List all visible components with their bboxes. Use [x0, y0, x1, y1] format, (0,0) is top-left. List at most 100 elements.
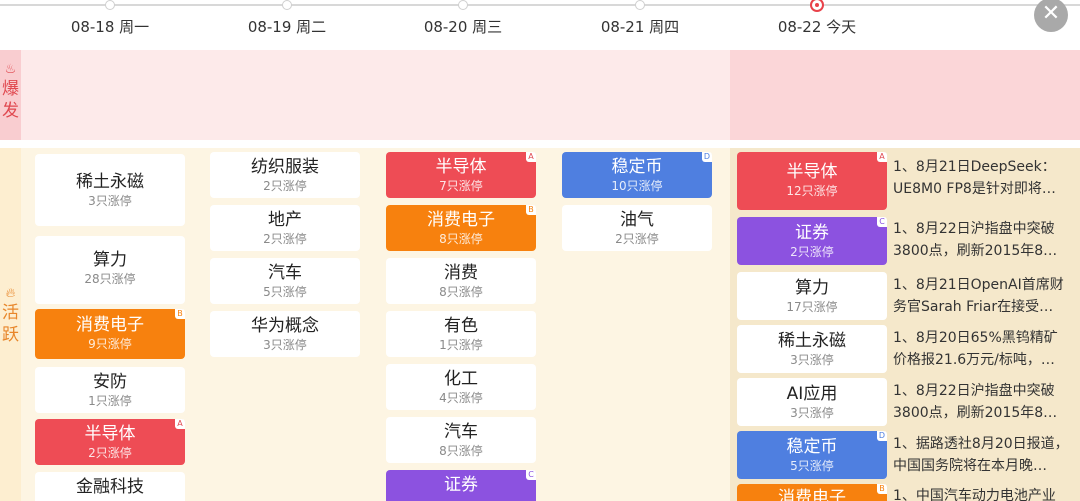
sector-timeline-page: 08-18 周一 08-19 周二 08-20 周三 08-21 周四 08-2…: [0, 0, 1080, 501]
sector-card[interactable]: 汽车 5只涨停: [210, 258, 360, 304]
sector-card[interactable]: 有色 1只涨停: [386, 311, 536, 357]
sector-name: 稳定币: [786, 437, 838, 457]
sector-count: 3只涨停: [88, 194, 132, 208]
sector-count: 2只涨停: [615, 232, 659, 246]
sector-card[interactable]: 地产 2只涨停: [210, 205, 360, 251]
sector-badge: A: [877, 152, 887, 162]
sector-name: 稀土永磁: [76, 172, 144, 192]
sector-count: 5只涨停: [790, 459, 834, 473]
sector-count: 1只涨停: [88, 394, 132, 408]
sector-count: 2只涨停: [88, 446, 132, 460]
news-item[interactable]: 1、8月21日OpenAI首席财 务官Sarah Friar在接受…: [893, 274, 1080, 318]
sector-name: 消费: [444, 263, 478, 283]
sector-badge: D: [702, 152, 712, 162]
news-item[interactable]: 1、8月21日DeepSeek： UE8M0 FP8是针对即将…: [893, 156, 1080, 200]
news-item[interactable]: 1、据路透社8月20日报道， 中国国务院将在本月晚…: [893, 433, 1080, 477]
burst-row-label: ♨ 爆 发: [0, 50, 21, 140]
sector-count: 2只涨停: [263, 232, 307, 246]
active-row-label: 🔥︎ 活 跃: [0, 148, 21, 501]
sector-card[interactable]: 油气 2只涨停: [562, 205, 712, 251]
sector-name: 地产: [268, 210, 302, 230]
news-line: 1、中国汽车动力电池产业: [893, 488, 1056, 501]
fire-icon: ♨: [4, 62, 17, 77]
sector-card[interactable]: 半导体 12只涨停 A: [737, 152, 887, 210]
sector-card[interactable]: 化工 4只涨停: [386, 364, 536, 410]
sector-name: 半导体: [435, 157, 487, 177]
sector-name: 消费电子: [76, 315, 144, 335]
sector-card[interactable]: 证券 C: [386, 470, 536, 501]
sector-card[interactable]: 安防 1只涨停: [35, 367, 185, 413]
sector-card[interactable]: 稳定币 5只涨停 D: [737, 431, 887, 479]
news-line: 价格报21.6万元/标吨，…: [893, 352, 1055, 368]
sector-name: 金融科技: [76, 477, 144, 497]
sector-card[interactable]: 汽车 8只涨停: [386, 417, 536, 463]
sector-name: AI应用: [786, 384, 838, 404]
burst-label-char: 发: [2, 101, 19, 121]
date-label[interactable]: 08-19 周二: [212, 16, 362, 37]
sector-card[interactable]: 稀土永磁 3只涨停: [737, 325, 887, 373]
news-item[interactable]: 1、8月22日沪指盘中突破 3800点，刷新2015年8…: [893, 380, 1080, 424]
date-label[interactable]: 08-20 周三: [388, 16, 538, 37]
sector-card[interactable]: 消费电子 B: [737, 484, 887, 501]
sector-count: 8只涨停: [439, 444, 483, 458]
news-item[interactable]: 1、中国汽车动力电池产业: [893, 485, 1080, 501]
date-label[interactable]: 08-18 周一: [35, 16, 185, 37]
news-line: 3800点，刷新2015年8…: [893, 405, 1058, 421]
sector-card[interactable]: 算力 17只涨停: [737, 272, 887, 320]
sector-card[interactable]: 算力 28只涨停: [35, 236, 185, 304]
active-label-char: 活: [2, 303, 19, 323]
sector-name: 纺织服装: [251, 157, 319, 177]
sector-badge: B: [526, 205, 536, 215]
news-line: 1、据路透社8月20日报道，: [893, 436, 1069, 452]
sector-count: 7只涨停: [439, 179, 483, 193]
timeline-dot-today[interactable]: [810, 0, 824, 12]
sector-name: 安防: [93, 372, 127, 392]
sector-count: 12只涨停: [786, 184, 838, 198]
news-line: 1、8月22日沪指盘中突破: [893, 221, 1055, 237]
sector-count: 3只涨停: [790, 406, 834, 420]
date-timeline: 08-18 周一 08-19 周二 08-20 周三 08-21 周四 08-2…: [0, 0, 1080, 48]
sector-name: 消费电子: [427, 210, 495, 230]
close-button[interactable]: ✕: [1034, 0, 1068, 32]
sector-card[interactable]: 消费电子 8只涨停 B: [386, 205, 536, 251]
timeline-dot[interactable]: [635, 0, 645, 10]
sector-card[interactable]: 稳定币 10只涨停 D: [562, 152, 712, 198]
sector-name: 化工: [444, 369, 478, 389]
sector-name: 算力: [795, 278, 829, 298]
date-label-today[interactable]: 08-22 今天: [742, 16, 892, 37]
sector-badge: D: [877, 431, 887, 441]
burst-row: [21, 50, 1080, 140]
sector-count: 3只涨停: [263, 338, 307, 352]
sector-count: 5只涨停: [263, 285, 307, 299]
sector-card[interactable]: AI应用 3只涨停: [737, 378, 887, 426]
sector-badge: C: [526, 470, 536, 480]
sector-card[interactable]: 证券 2只涨停 C: [737, 217, 887, 265]
timeline-dot[interactable]: [105, 0, 115, 10]
timeline-dot[interactable]: [458, 0, 468, 10]
sector-name: 稀土永磁: [778, 331, 846, 351]
today-column-highlight: [730, 50, 1080, 140]
sector-count: 17只涨停: [786, 300, 838, 314]
sector-card[interactable]: 稀土永磁 3只涨停: [35, 154, 185, 226]
sector-card[interactable]: 华为概念 3只涨停: [210, 311, 360, 357]
news-line: 1、8月22日沪指盘中突破: [893, 383, 1055, 399]
flame-icon: 🔥︎: [5, 286, 16, 301]
sector-count: 3只涨停: [790, 353, 834, 367]
sector-card[interactable]: 纺织服装 2只涨停: [210, 152, 360, 198]
timeline-dot[interactable]: [282, 0, 292, 10]
sector-count: 8只涨停: [439, 232, 483, 246]
news-item[interactable]: 1、8月20日65%黑钨精矿 价格报21.6万元/标吨，…: [893, 327, 1080, 371]
sector-card[interactable]: 金融科技: [35, 472, 185, 501]
sector-name: 汽车: [444, 422, 478, 442]
news-item[interactable]: 1、8月22日沪指盘中突破 3800点，刷新2015年8…: [893, 218, 1080, 262]
sector-name: 消费电子: [778, 488, 846, 501]
sector-card[interactable]: 消费电子 9只涨停 B: [35, 309, 185, 359]
date-label[interactable]: 08-21 周四: [565, 16, 715, 37]
sector-card[interactable]: 半导体 7只涨停 A: [386, 152, 536, 198]
sector-card[interactable]: 消费 8只涨停: [386, 258, 536, 304]
sector-count: 28只涨停: [84, 272, 136, 286]
sector-card[interactable]: 半导体 2只涨停 A: [35, 419, 185, 465]
close-icon: ✕: [1041, 1, 1061, 26]
sector-name: 半导体: [84, 424, 136, 444]
sector-name: 证券: [444, 475, 478, 495]
